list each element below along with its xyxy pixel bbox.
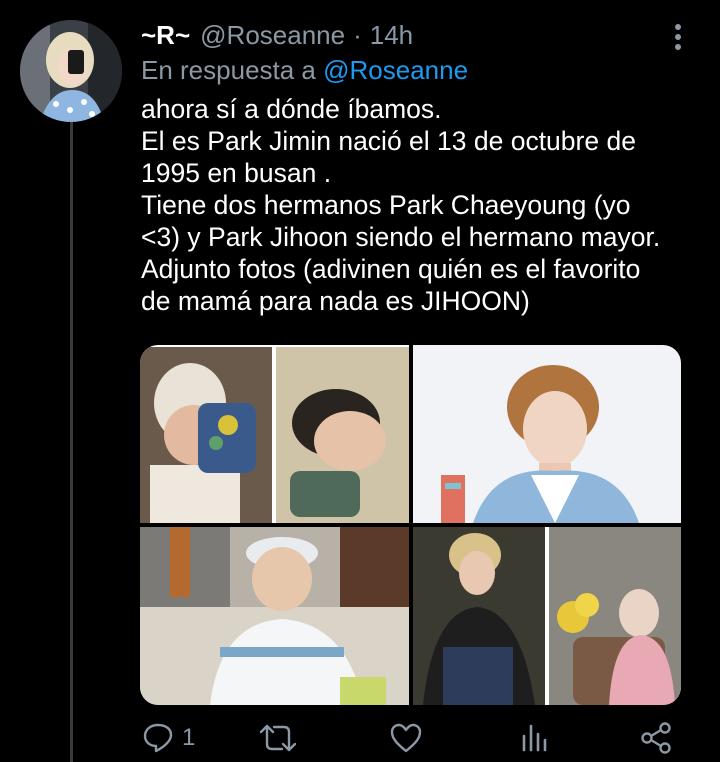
retweet-button[interactable]	[258, 718, 298, 758]
retweet-icon	[259, 724, 297, 752]
avatar[interactable]	[20, 20, 122, 122]
timestamp[interactable]: 14h	[370, 20, 413, 51]
tweet-text-line: Tiene dos hermanos Park Chaeyoung (yo	[141, 190, 631, 220]
tweet-text-line: El es Park Jimin nació el 13 de octubre …	[141, 126, 636, 156]
reply-icon	[143, 723, 173, 753]
analytics-button[interactable]	[516, 718, 552, 758]
tweet-actions: 1	[140, 718, 680, 758]
photo-collage-2[interactable]	[413, 527, 681, 705]
reply-button[interactable]: 1	[140, 718, 195, 758]
tweet-text-line: <3) y Park Jihoon siendo el hermano mayo…	[141, 222, 661, 252]
share-button[interactable]	[638, 718, 674, 758]
reply-context: En respuesta a @Roseanne	[141, 55, 468, 86]
separator-dot: ·	[353, 20, 362, 50]
more-vertical-icon[interactable]	[668, 22, 688, 52]
photo-baby-collage-1[interactable]	[140, 345, 409, 523]
photo-toddler[interactable]	[140, 527, 409, 705]
photo-portrait[interactable]	[413, 345, 681, 523]
thread-line	[70, 122, 73, 762]
tweet-text-line: ahora sí a dónde íbamos.	[141, 94, 442, 124]
tweet-text-line: Adjunto fotos (adivinen quién es el favo…	[141, 254, 641, 284]
tweet-header: ~R~ @Roseanne · 14h	[141, 20, 413, 54]
media-grid	[140, 345, 681, 705]
like-button[interactable]	[388, 718, 424, 758]
tweet-text-line: de mamá para nada es JIHOON)	[141, 286, 530, 316]
user-handle[interactable]: @Roseanne	[200, 20, 345, 51]
like-icon	[390, 723, 422, 753]
display-name[interactable]: ~R~	[141, 20, 190, 51]
tweet-text-line: 1995 en busan .	[141, 158, 332, 188]
analytics-icon	[522, 724, 547, 752]
reply-prefix: En respuesta a	[141, 55, 316, 85]
share-icon	[641, 722, 671, 754]
reply-count: 1	[182, 724, 196, 751]
reply-to-handle[interactable]: @Roseanne	[323, 55, 468, 85]
tweet-text: ahora sí a dónde íbamos. El es Park Jimi…	[141, 93, 701, 317]
avatar-image	[20, 20, 122, 122]
